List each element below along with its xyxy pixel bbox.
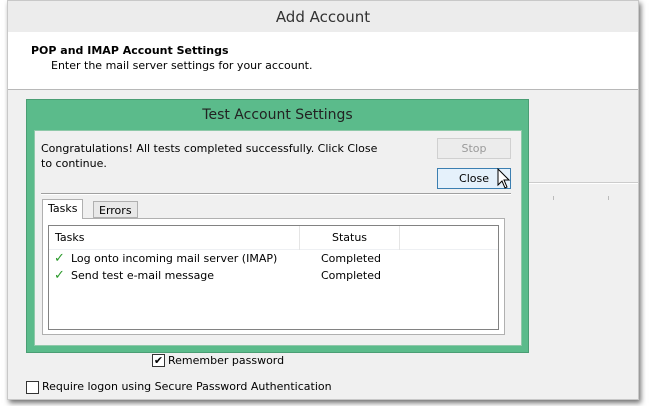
header-panel: POP and IMAP Account Settings Enter the …: [8, 32, 638, 90]
remember-password-label[interactable]: Remember password: [168, 354, 284, 367]
tab-tasks[interactable]: Tasks: [42, 199, 84, 219]
divider: [41, 193, 511, 195]
column-header-status[interactable]: Status: [300, 226, 400, 250]
task-status: Completed: [321, 252, 381, 265]
spa-label[interactable]: Require logon using Secure Password Auth…: [42, 380, 332, 393]
mouse-cursor-icon: [497, 168, 511, 189]
tab-errors[interactable]: Errors: [93, 201, 138, 218]
add-account-window: Add Account POP and IMAP Account Setting…: [7, 0, 639, 400]
list-item: ✓ Send test e-mail message Completed: [49, 267, 498, 284]
checkmark-icon: ✓: [54, 251, 65, 266]
checkmark-icon: ✓: [54, 268, 65, 283]
spa-checkbox[interactable]: [26, 381, 39, 394]
dialog-body: Congratulations! All tests completed suc…: [34, 130, 522, 346]
dialog-title: Test Account Settings: [202, 107, 353, 123]
section-title: POP and IMAP Account Settings: [31, 44, 229, 57]
task-status: Completed: [321, 269, 381, 282]
stop-button[interactable]: Stop: [437, 138, 511, 159]
success-message: Congratulations! All tests completed suc…: [41, 142, 378, 170]
list-item: ✓ Log onto incoming mail server (IMAP) C…: [49, 250, 498, 267]
test-account-settings-dialog: Test Account Settings Congratulations! A…: [26, 99, 529, 353]
divider-tick: [553, 196, 554, 200]
window-title: Add Account: [8, 1, 638, 33]
remember-password-checkbox[interactable]: ✔: [152, 354, 165, 367]
divider: [528, 182, 638, 184]
section-subtitle: Enter the mail server settings for your …: [51, 59, 313, 72]
divider-tick: [608, 196, 609, 200]
task-name: Send test e-mail message: [71, 269, 215, 282]
column-header-tasks[interactable]: Tasks: [49, 226, 300, 250]
tasks-tab-panel: Tasks Status ✓ Log onto incoming mail se…: [42, 218, 505, 335]
task-name: Log onto incoming mail server (IMAP): [71, 252, 278, 265]
list-header: Tasks Status: [49, 226, 498, 250]
tasks-list: Tasks Status ✓ Log onto incoming mail se…: [48, 225, 499, 330]
